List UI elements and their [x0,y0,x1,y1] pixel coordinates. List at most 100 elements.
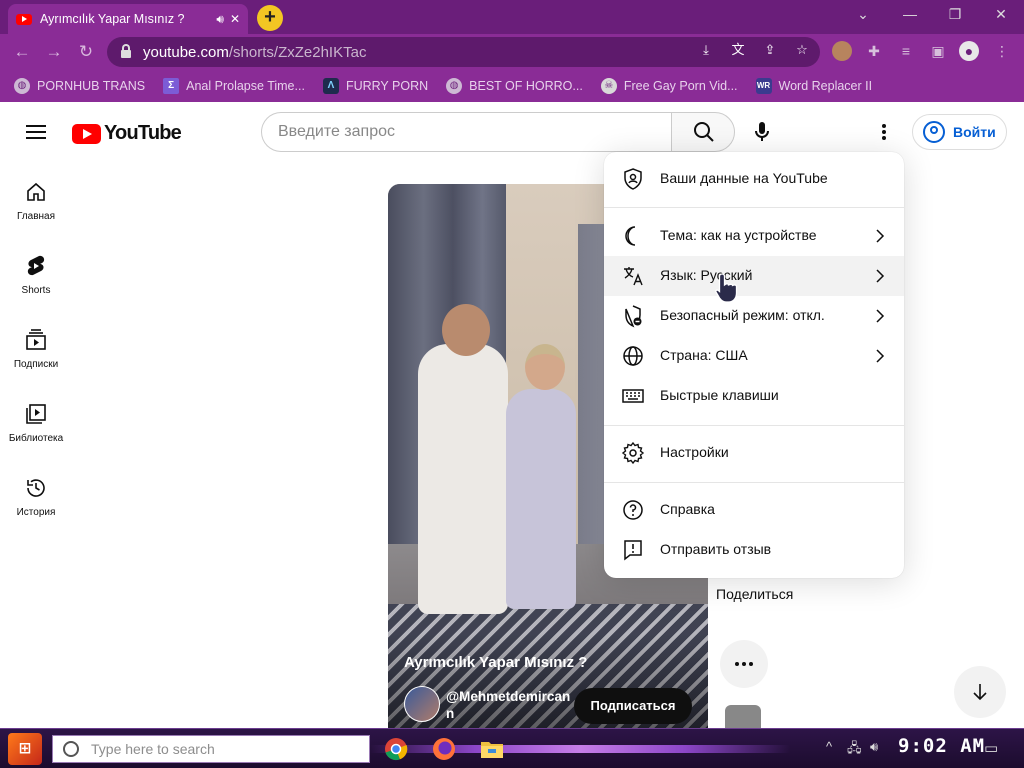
menu-divider [604,207,904,208]
menu-item-label: Настройки [660,444,729,460]
tray-chevron-icon[interactable]: ^ [826,739,832,754]
taskbar-search-placeholder: Type here to search [91,741,215,757]
sidebar-label: Shorts [21,285,51,296]
side-panel-icon[interactable]: ▣ [928,41,948,61]
gear-icon [621,441,645,465]
start-button[interactable]: ⊞ [8,733,42,765]
bookmark-label: BEST OF HORRO... [469,79,583,93]
menu-item-keyboard-shortcuts[interactable]: Быстрые клавиши [604,376,904,416]
menu-item-label: Тема: как на устройстве [660,227,817,243]
sidebar-item-shorts[interactable]: Shorts [0,254,72,322]
shield-person-icon [624,168,642,190]
sign-in-label: Войти [953,124,996,140]
extension-avatar-icon[interactable] [832,41,852,61]
help-icon [623,500,643,520]
voice-search-button[interactable] [742,112,782,152]
library-icon [26,404,46,424]
bookmark-item[interactable]: ☠ Free Gay Porn Vid... [600,78,738,94]
browser-toolbar: ← → ↻ youtube.com/shorts/ZxZe2hIKTac ⤓ 文… [0,34,1024,70]
bookmark-item[interactable]: ◍ PORNHUB TRANS [14,78,145,94]
subscribe-button[interactable]: Подписаться [574,688,692,724]
bookmark-label: Word Replacer II [778,79,873,93]
install-app-icon[interactable]: ⤓ [697,41,715,59]
profile-avatar-icon[interactable]: ● [959,41,979,61]
window-minimize-button[interactable]: — [895,4,925,24]
channel-avatar[interactable] [404,686,440,722]
media-control-icon[interactable]: ≡ [896,41,916,61]
settings-more-icon[interactable] [868,116,900,148]
file-explorer-icon[interactable] [474,734,510,764]
reload-button[interactable]: ↻ [76,42,96,62]
bookmark-item[interactable]: Λ FURRY PORN [322,78,428,94]
history-icon [27,479,45,497]
translate-icon [624,267,643,286]
tab-title: Ayrımcılık Yapar Mısınız ? [40,12,185,26]
network-icon[interactable]: 🖧︎ [847,739,862,761]
moon-icon [625,226,636,246]
globe-icon: ◍ [446,78,463,94]
sign-in-button[interactable]: Войти [912,114,1007,150]
menu-item-feedback[interactable]: Отправить отзыв [604,530,904,570]
microphone-icon [755,122,769,141]
hamburger-menu-icon[interactable] [26,124,46,140]
cortana-circle-icon [63,741,79,757]
sidebar-item-subscriptions[interactable]: Подписки [0,328,72,396]
tab-audio-icon[interactable]: 🔊︎ [216,12,224,27]
window-close-button[interactable]: ✕ [986,4,1016,24]
tab-search-chevron-icon[interactable]: ⌄ [848,4,878,24]
forward-button[interactable]: → [44,42,64,62]
sidebar-item-library[interactable]: Библиотека [0,402,72,470]
menu-item-help[interactable]: Справка [604,490,904,530]
next-video-button[interactable] [954,666,1006,718]
browser-menu-icon[interactable]: ⋮ [992,41,1012,61]
new-tab-button[interactable]: + [257,5,283,31]
sound-thumbnail[interactable] [725,705,761,729]
window-restore-button[interactable]: ❐ [940,4,970,24]
menu-item-label: Отправить отзыв [660,541,772,557]
menu-item-settings[interactable]: Настройки [604,433,904,473]
bookmark-star-icon[interactable]: ☆ [793,41,811,59]
bookmark-item[interactable]: ◍ BEST OF HORRO... [446,78,583,94]
chrome-icon[interactable] [378,734,414,764]
menu-item-theme[interactable]: Тема: как на устройстве [604,216,904,256]
menu-divider [604,482,904,483]
search-button[interactable] [671,112,735,152]
menu-item-your-data[interactable]: Ваши данные на YouTube [604,159,904,199]
tab-close-icon[interactable]: ✕ [230,12,240,26]
back-button[interactable]: ← [12,42,32,62]
subscriptions-icon [26,329,46,350]
menu-item-language[interactable]: Язык: Русский [604,256,904,296]
extensions-puzzle-icon[interactable]: ✚ [864,41,884,61]
video-title[interactable]: Ayrımcılık Yapar Mısınız ? [404,654,587,671]
sidebar-item-home[interactable]: Главная [0,180,72,248]
browser-tab-active[interactable]: Ayrımcılık Yapar Mısınız ? 🔊︎ ✕ [8,4,248,34]
bookmark-icon: Σ [163,78,180,94]
sidebar-item-history[interactable]: История [0,476,72,544]
bookmark-item[interactable]: WR Word Replacer II [755,78,873,94]
youtube-logo[interactable]: YouTube [72,122,182,145]
taskbar-search-input[interactable]: Type here to search [52,735,370,763]
windows-taskbar: ⊞ Type here to search ^ 🖧︎ 🔊︎ 9:02 AM ▭ [0,728,1024,768]
volume-icon[interactable]: 🔊︎ [870,739,878,755]
bookmark-label: Anal Prolapse Time... [186,79,305,93]
notifications-icon[interactable]: ▭ [984,739,998,757]
menu-item-label: Безопасный режим: откл. [660,307,825,323]
taskbar-clock[interactable]: 9:02 AM [898,735,985,757]
firefox-icon[interactable] [426,734,462,764]
menu-item-restricted-mode[interactable]: Безопасный режим: откл. [604,296,904,336]
youtube-favicon-icon [16,13,32,25]
more-actions-button[interactable] [720,640,768,688]
translate-page-icon[interactable]: 文 [729,41,747,59]
channel-name[interactable]: @Mehmetdemircann [446,688,576,722]
search-input[interactable]: Введите запрос [261,112,672,152]
skull-icon: ☠ [600,78,617,94]
menu-item-location[interactable]: Страна: США [604,336,904,376]
lambda-icon: Λ [322,78,339,94]
settings-menu: Ваши данные на YouTube Тема: как на устр… [604,152,904,578]
youtube-logo-text: YouTube [104,122,182,144]
sidebar-label: Подписки [13,359,59,370]
hand-cursor-icon [715,273,738,303]
bookmark-item[interactable]: Σ Anal Prolapse Time... [163,78,305,94]
share-page-icon[interactable]: ⇪ [761,41,779,59]
share-label[interactable]: Поделиться [716,584,793,604]
